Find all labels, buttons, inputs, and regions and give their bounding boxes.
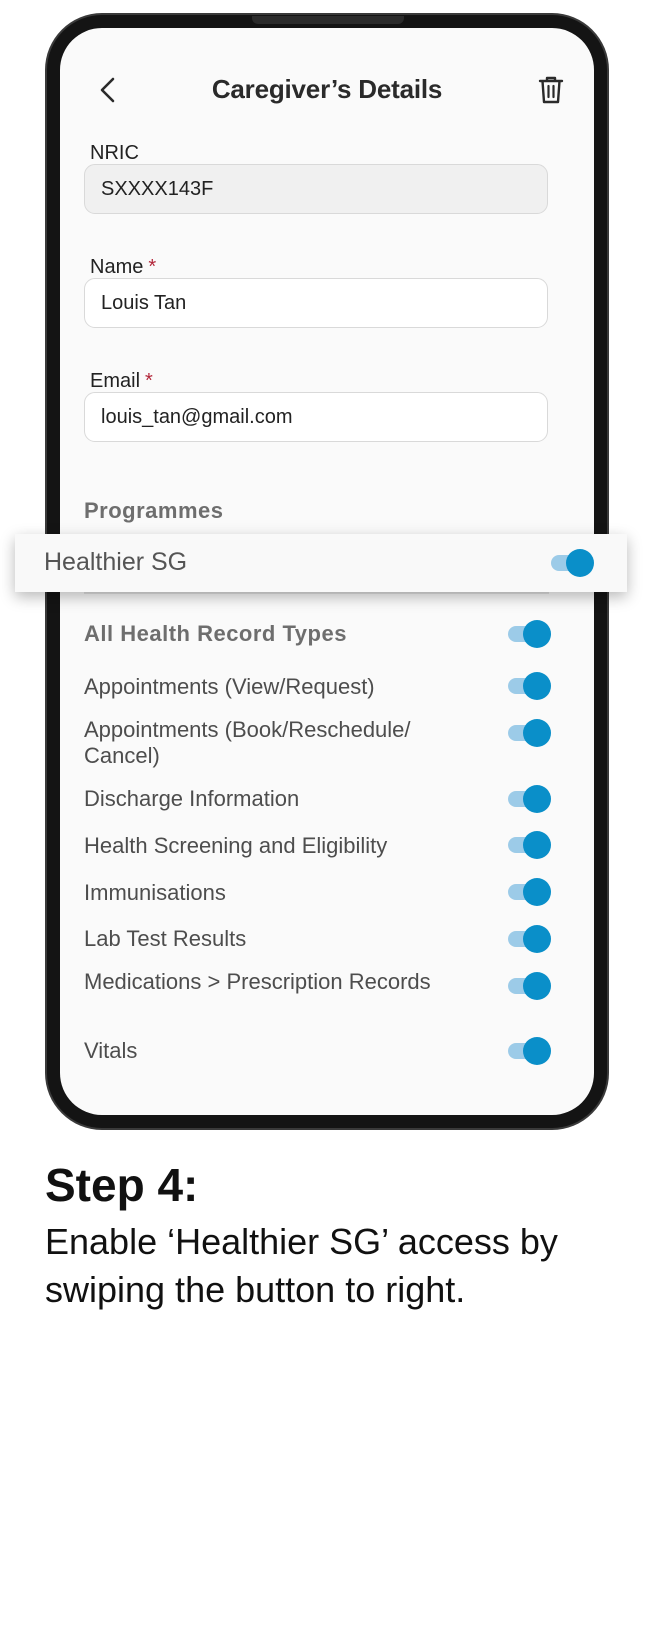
email-field[interactable] xyxy=(84,392,548,442)
divider xyxy=(84,592,549,594)
record-label-health-screening: Health Screening and Eligibility xyxy=(84,833,388,858)
trash-icon xyxy=(538,76,564,104)
back-button[interactable] xyxy=(92,70,122,110)
toggle-thumb xyxy=(523,972,551,1000)
name-field[interactable] xyxy=(84,278,548,328)
page-title: Caregiver’s Details xyxy=(211,74,443,104)
record-toggle-appointments-book[interactable] xyxy=(506,718,551,748)
record-label-lab-results: Lab Test Results xyxy=(84,926,247,951)
toggle-thumb xyxy=(523,719,551,747)
record-label-discharge: Discharge Information xyxy=(84,786,300,811)
nric-field[interactable] xyxy=(84,164,548,214)
step-title: Step 4: xyxy=(45,1159,199,1211)
toggle-thumb xyxy=(523,878,551,906)
toggle-thumb xyxy=(523,672,551,700)
chevron-left-icon xyxy=(100,77,115,103)
record-label-vitals: Vitals xyxy=(84,1038,138,1063)
email-label: Email * xyxy=(90,370,153,393)
record-toggle-vitals[interactable] xyxy=(506,1036,551,1066)
toggle-thumb xyxy=(523,1037,551,1065)
name-label: Name * xyxy=(90,256,156,279)
record-toggle-lab-results[interactable] xyxy=(506,924,551,954)
healthier-sg-toggle[interactable] xyxy=(549,548,594,578)
required-mark: * xyxy=(148,256,157,278)
record-toggle-appointments-view[interactable] xyxy=(506,671,551,701)
programmes-heading: Programmes xyxy=(84,498,224,523)
record-toggle-discharge[interactable] xyxy=(506,784,551,814)
record-label-medications: Medications > Prescription Records xyxy=(84,969,431,994)
all-record-types-toggle[interactable] xyxy=(506,619,551,649)
healthier-sg-highlight: Healthier SG xyxy=(15,534,627,592)
toggle-thumb xyxy=(566,549,594,577)
all-record-types-label: All Health Record Types xyxy=(84,621,347,646)
phone-speaker xyxy=(252,16,404,24)
delete-button[interactable] xyxy=(534,70,568,110)
record-label-appointments-view: Appointments (View/Request) xyxy=(84,674,375,699)
required-mark: * xyxy=(145,370,153,392)
name-label-text: Name xyxy=(90,256,144,278)
top-bar: Caregiver’s Details xyxy=(60,28,594,138)
record-toggle-medications[interactable] xyxy=(506,971,551,1001)
email-label-text: Email xyxy=(90,370,141,392)
toggle-thumb xyxy=(523,831,551,859)
toggle-thumb xyxy=(523,620,551,648)
toggle-thumb xyxy=(523,785,551,813)
record-label-immunisations: Immunisations xyxy=(84,880,226,905)
nric-label: NRIC xyxy=(90,142,139,165)
record-label-appointments-book: Appointments (Book/Reschedule/ Cancel) xyxy=(84,717,411,768)
record-toggle-health-screening[interactable] xyxy=(506,830,551,860)
nric-label-text: NRIC xyxy=(90,142,139,164)
toggle-thumb xyxy=(523,925,551,953)
healthier-sg-label: Healthier SG xyxy=(44,548,188,576)
record-toggle-immunisations[interactable] xyxy=(506,877,551,907)
step-description: Enable ‘Healthier SG’ access by swiping … xyxy=(45,1221,558,1310)
